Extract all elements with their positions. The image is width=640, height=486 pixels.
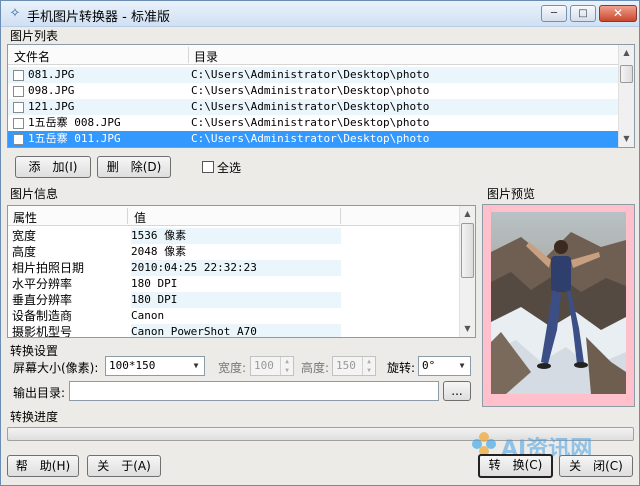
file-name: 098.JPG — [28, 84, 75, 97]
scroll-thumb[interactable] — [620, 65, 633, 83]
row-checkbox[interactable] — [13, 118, 24, 129]
image-info-scrollbar[interactable]: ▲ ▼ — [459, 206, 475, 337]
app-window: ✧ 手机图片转换器 - 标准版 ─ □ ✕ 图片列表 文件名 目录 081.JP… — [0, 0, 640, 486]
file-directory: C:\Users\Administrator\Desktop\photo — [191, 100, 430, 113]
row-checkbox[interactable] — [13, 70, 24, 81]
file-row[interactable]: 121.JPG C:\Users\Administrator\Desktop\ph… — [8, 99, 619, 115]
scroll-down-arrow-icon[interactable]: ▼ — [619, 131, 634, 147]
image-info-table[interactable]: 属性 值 宽度 1536 像素高度 2048 像素相片拍照日期 2010:04:25 … — [7, 205, 476, 338]
preview-frame — [482, 204, 635, 407]
info-key: 高度 — [12, 245, 37, 259]
file-name: 1五岳寨 011.JPG — [28, 132, 121, 145]
file-name: 081.JPG — [28, 68, 75, 81]
convert-settings-title: 转换设置 — [10, 344, 59, 358]
row-checkbox[interactable] — [13, 102, 24, 113]
image-list-scrollbar[interactable]: ▲ ▼ — [618, 45, 634, 147]
output-dir-input[interactable] — [69, 381, 439, 401]
close-window-button[interactable]: ✕ — [599, 5, 637, 22]
width-spinbox: 100 ▲ ▼ — [250, 356, 294, 376]
minimize-button[interactable]: ─ — [541, 5, 567, 22]
title-bar[interactable]: ✧ 手机图片转换器 - 标准版 ─ □ ✕ — [1, 1, 639, 27]
spin-arrows-icon: ▲ ▼ — [280, 357, 293, 375]
browse-button[interactable]: ... — [443, 381, 471, 401]
info-row: 宽度 1536 像素 — [8, 228, 460, 244]
progress-title: 转换进度 — [10, 410, 59, 424]
file-name: 121.JPG — [28, 100, 75, 113]
info-value: 180 DPI — [131, 277, 178, 290]
file-row[interactable]: 1五岳寨 008.JPG C:\Users\Administrator\Deskt… — [8, 115, 619, 131]
info-value: 2048 像素 — [131, 245, 187, 258]
screen-size-select[interactable]: 100*150 ▼ — [105, 356, 205, 376]
preview-photo — [491, 212, 626, 394]
spin-arrows-icon: ▲ ▼ — [362, 357, 375, 375]
chevron-down-icon: ▼ — [193, 361, 199, 370]
preview-title: 图片预览 — [487, 187, 536, 201]
scroll-down-arrow-icon[interactable]: ▼ — [460, 321, 475, 337]
info-key: 垂直分辨率 — [12, 293, 73, 307]
delete-button[interactable]: 删 除(D) — [97, 156, 171, 178]
row-checkbox[interactable] — [13, 134, 24, 145]
image-info-title: 图片信息 — [10, 187, 59, 201]
file-row[interactable]: 081.JPG C:\Users\Administrator\Desktop\ph… — [8, 67, 619, 83]
info-row: 相片拍照日期 2010:04:25 22:32:23 — [8, 260, 460, 276]
info-key: 摄影机型号 — [12, 325, 73, 338]
info-key: 相片拍照日期 — [12, 261, 85, 275]
file-row[interactable]: 098.JPG C:\Users\Administrator\Desktop\ph… — [8, 83, 619, 99]
file-row[interactable]: 1五岳寨 011.JPG C:\Users\Administrator\Deskt… — [8, 131, 619, 147]
height-label: 高度: — [301, 361, 330, 375]
select-all-label: 全选 — [217, 161, 242, 175]
scroll-up-arrow-icon[interactable]: ▲ — [460, 206, 475, 222]
maximize-button[interactable]: □ — [570, 5, 596, 22]
height-spinbox: 150 ▲ ▼ — [332, 356, 376, 376]
info-key: 宽度 — [12, 229, 37, 243]
file-directory: C:\Users\Administrator\Desktop\photo — [191, 84, 430, 97]
rotate-select[interactable]: 0° ▼ — [418, 356, 471, 376]
info-value: Canon PowerShot A70 — [131, 324, 341, 337]
info-value: 1536 像素 — [131, 228, 341, 244]
screen-size-label: 屏幕大小(像素): — [13, 361, 99, 375]
height-value: 150 — [336, 359, 356, 372]
width-label: 宽度: — [218, 361, 247, 375]
chevron-down-icon: ▼ — [459, 361, 465, 370]
info-row: 设备制造商 Canon — [8, 308, 460, 324]
help-button[interactable]: 帮 助(H) — [7, 455, 79, 477]
window-title: 手机图片转换器 - 标准版 — [27, 10, 170, 25]
about-button[interactable]: 关 于(A) — [87, 455, 161, 477]
info-key: 设备制造商 — [12, 309, 73, 323]
rotate-value: 0° — [422, 359, 436, 372]
file-directory: C:\Users\Administrator\Desktop\photo — [191, 116, 430, 129]
scroll-up-arrow-icon[interactable]: ▲ — [619, 45, 634, 61]
rotate-label: 旋转: — [387, 361, 416, 375]
file-name: 1五岳寨 008.JPG — [28, 116, 121, 129]
info-row: 水平分辨率 180 DPI — [8, 276, 460, 292]
scroll-thumb[interactable] — [461, 223, 474, 278]
column-filename[interactable]: 文件名 — [14, 48, 50, 65]
info-row: 摄影机型号 Canon PowerShot A70 — [8, 324, 460, 338]
file-directory: C:\Users\Administrator\Desktop\photo — [191, 68, 430, 81]
output-dir-label: 输出目录: — [13, 386, 66, 400]
column-directory[interactable]: 目录 — [194, 48, 218, 65]
info-row: 垂直分辨率 180 DPI — [8, 292, 460, 308]
info-value: 2010:04:25 22:32:23 — [131, 260, 341, 276]
close-button[interactable]: 关 闭(C) — [559, 455, 633, 477]
image-list-title: 图片列表 — [10, 29, 59, 43]
info-key: 水平分辨率 — [12, 277, 73, 291]
image-list-table[interactable]: 文件名 目录 081.JPG C:\Users\Administrator\Des… — [7, 44, 635, 148]
convert-button[interactable]: 转 换(C) — [478, 454, 553, 478]
app-icon: ✧ — [9, 6, 21, 21]
screen-size-value: 100*150 — [109, 359, 156, 372]
add-button[interactable]: 添 加(I) — [15, 156, 91, 178]
column-property[interactable]: 属性 — [13, 209, 37, 226]
info-value: Canon — [131, 309, 165, 322]
file-directory: C:\Users\Administrator\Desktop\photo — [191, 132, 430, 145]
width-value: 100 — [254, 359, 274, 372]
row-checkbox[interactable] — [13, 86, 24, 97]
select-all-checkbox[interactable] — [202, 161, 214, 173]
image-info-header: 属性 值 — [8, 206, 460, 226]
column-value[interactable]: 值 — [134, 209, 146, 226]
info-value: 180 DPI — [131, 292, 341, 308]
info-row: 高度 2048 像素 — [8, 244, 460, 260]
image-list-header: 文件名 目录 — [8, 45, 619, 65]
